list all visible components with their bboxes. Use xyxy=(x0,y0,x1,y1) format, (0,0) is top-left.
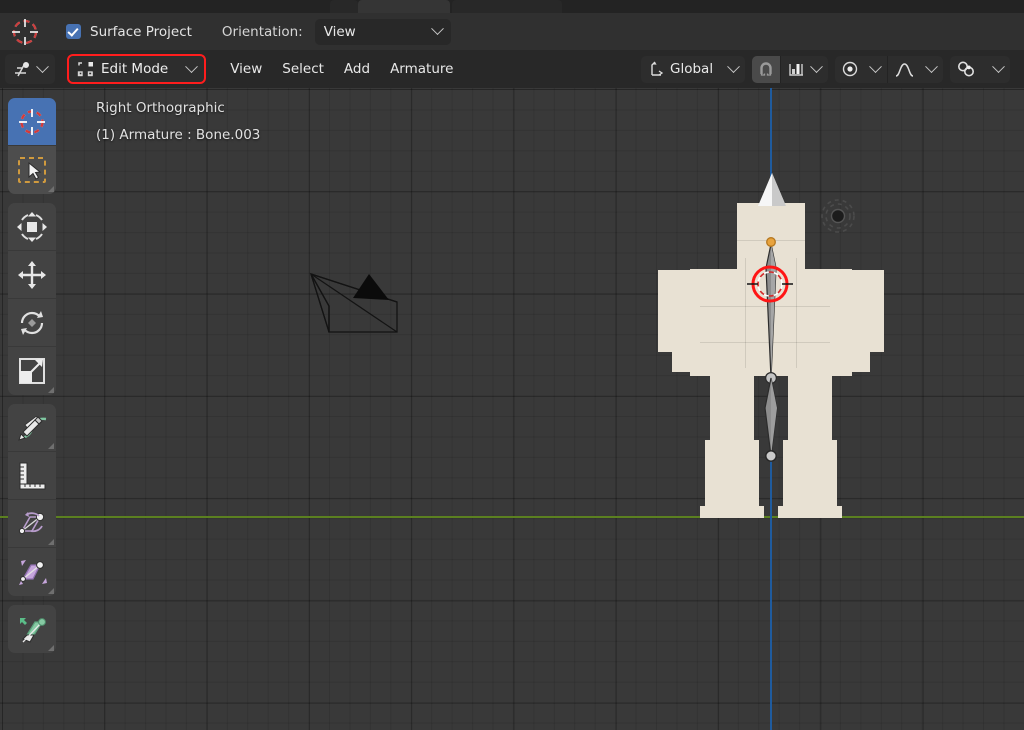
chevron-down-icon xyxy=(727,59,740,73)
editor-type-selector[interactable] xyxy=(5,54,55,84)
orientation-dropdown[interactable]: View xyxy=(314,18,451,45)
magnet-icon xyxy=(758,61,774,77)
toolbar-group-annotate xyxy=(8,404,56,596)
tool-scale[interactable] xyxy=(8,347,56,395)
snap-magnet-toggle[interactable] xyxy=(752,55,780,83)
armature-editor-icon xyxy=(13,61,32,78)
workspace-tab-active[interactable] xyxy=(358,0,450,13)
scale-icon xyxy=(17,356,47,386)
model-arm-left[interactable] xyxy=(658,270,696,352)
chevron-down-icon xyxy=(36,59,49,73)
viewport-grid-major xyxy=(0,88,1024,730)
orientation-label: Orientation: xyxy=(221,23,303,40)
measure-ruler-icon xyxy=(16,461,48,491)
workspace-tab-next[interactable] xyxy=(452,0,562,13)
tool-bone-size[interactable] xyxy=(8,548,56,596)
model-boot-left[interactable] xyxy=(705,440,759,516)
tool-measure[interactable] xyxy=(8,452,56,500)
model-foot-right[interactable] xyxy=(778,506,842,518)
3d-cursor-icon xyxy=(8,15,42,49)
orientation-value: View xyxy=(323,23,356,40)
move-arrows-icon xyxy=(17,260,47,290)
menu-add[interactable]: Add xyxy=(334,55,380,83)
tool-rotate[interactable] xyxy=(8,299,56,347)
toolbar-group-cursor xyxy=(8,98,56,194)
edit-mode-icon xyxy=(77,61,94,77)
transform-orientation-value: Global xyxy=(670,61,714,77)
transform-icon xyxy=(16,211,48,243)
tool-extrude[interactable] xyxy=(8,605,56,653)
snap-target-dropdown[interactable] xyxy=(780,55,828,83)
chevron-down-icon xyxy=(992,59,1005,73)
menu-armature[interactable]: Armature xyxy=(380,55,463,83)
chevron-down-icon xyxy=(430,22,444,36)
tool-cursor[interactable] xyxy=(8,98,56,146)
orientation-axes-icon xyxy=(648,61,665,77)
x-axis-mirror-icon xyxy=(957,61,975,77)
chevron-down-icon xyxy=(810,59,823,73)
bone-size-icon xyxy=(16,557,48,587)
viewport-object-info: (1) Armature : Bone.003 xyxy=(96,127,261,143)
toolbar-group-extrude xyxy=(8,605,56,653)
snapping-group[interactable] xyxy=(752,55,828,83)
model-edge xyxy=(745,258,746,368)
chevron-down-icon xyxy=(185,59,199,73)
transform-orientation-group[interactable]: Global xyxy=(641,55,745,83)
toolbar-group-transform xyxy=(8,203,56,395)
x-axis-mirror-toggle[interactable] xyxy=(950,56,1010,83)
viewport-header-bar: Edit Mode View Select Add Armature Globa… xyxy=(0,50,1024,88)
3d-cursor-icon xyxy=(747,261,793,307)
axis-line-x xyxy=(0,516,1024,518)
proportional-editing-group[interactable] xyxy=(835,55,943,83)
bone-roll-icon xyxy=(16,509,48,539)
tool-annotate[interactable] xyxy=(8,404,56,452)
surface-project-checkbox[interactable] xyxy=(66,24,81,39)
chevron-down-icon xyxy=(925,59,938,73)
3d-viewport[interactable]: Right Orthographic (1) Armature : Bone.0… xyxy=(0,88,1024,730)
tool-move[interactable] xyxy=(8,251,56,299)
select-box-icon xyxy=(17,156,47,184)
rotate-icon xyxy=(17,308,47,338)
proportional-edit-toggle[interactable] xyxy=(835,56,887,83)
mirror-group[interactable] xyxy=(950,55,1010,83)
model-helmet-cone[interactable] xyxy=(752,173,792,207)
viewport-toolbar xyxy=(8,98,56,662)
surface-project-toggle[interactable]: Surface Project xyxy=(66,24,192,40)
transform-orientation-dropdown[interactable]: Global xyxy=(641,56,745,83)
mode-label: Edit Mode xyxy=(101,61,169,77)
annotate-pencil-icon xyxy=(16,413,48,443)
workspace-tab-strip[interactable] xyxy=(0,0,1024,13)
viewport-view-name: Right Orthographic xyxy=(96,100,225,116)
tool-select-box[interactable] xyxy=(8,146,56,194)
chevron-down-icon xyxy=(869,59,882,73)
mode-selector[interactable]: Edit Mode xyxy=(67,54,207,84)
menu-view[interactable]: View xyxy=(220,55,272,83)
model-foot-left[interactable] xyxy=(700,506,764,518)
model-arm-right[interactable] xyxy=(846,270,884,352)
snap-increment-icon xyxy=(788,62,805,77)
tool-roll[interactable] xyxy=(8,500,56,548)
menu-select[interactable]: Select xyxy=(272,55,334,83)
falloff-dropdown[interactable] xyxy=(887,55,943,83)
surface-project-label: Surface Project xyxy=(90,23,192,40)
model-edge xyxy=(796,258,797,368)
tool-transform[interactable] xyxy=(8,203,56,251)
proportional-edit-icon xyxy=(842,61,858,77)
workspace-tab-prev[interactable] xyxy=(330,0,358,13)
camera-wireframe-icon[interactable] xyxy=(305,270,400,338)
tool-settings-bar: Surface Project Orientation: View xyxy=(0,13,1024,50)
view-axis-gizmo-icon[interactable] xyxy=(818,196,858,236)
3d-cursor-tool-icon xyxy=(17,107,47,137)
bone-extrude-icon xyxy=(16,613,48,645)
smooth-falloff-curve-icon xyxy=(895,62,914,77)
